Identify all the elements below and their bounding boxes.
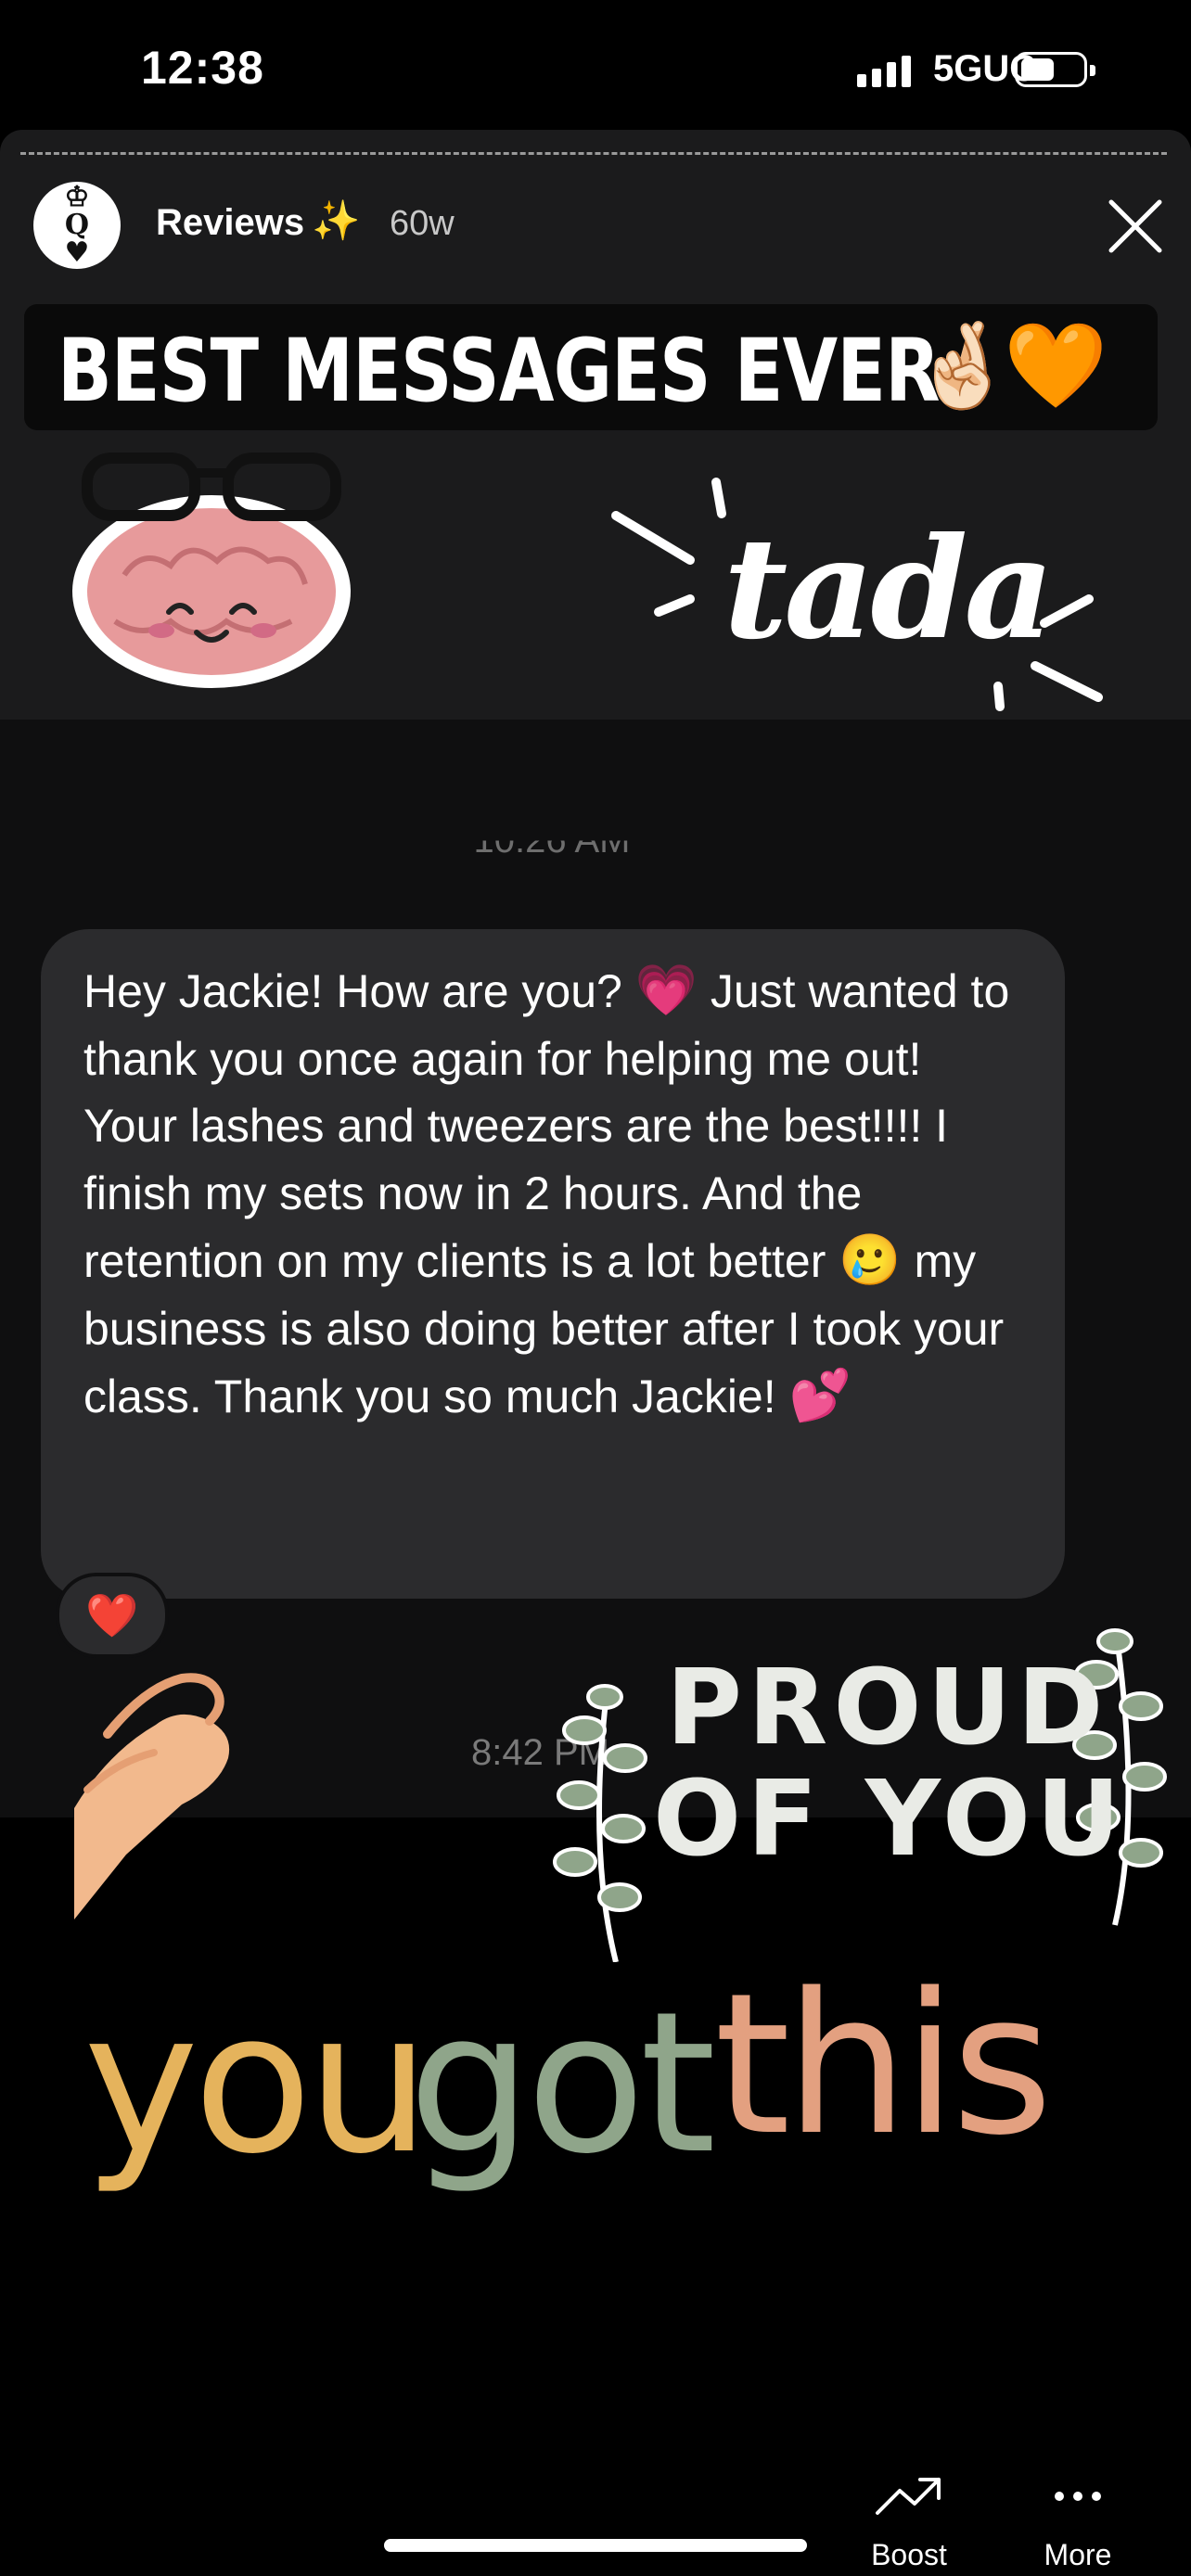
story-progress-bar (20, 152, 1167, 155)
got-this-word-2: got (408, 1970, 716, 2197)
got-this-word-1: you (83, 1970, 430, 2197)
more-dots-icon (1055, 2492, 1101, 2501)
cellular-signal-icon (857, 54, 911, 87)
queen-card-logo-icon: ♔ Q ♥ (64, 181, 90, 269)
message-bubble: Hey Jackie! How are you? 💗 Just wanted t… (41, 929, 1065, 1599)
story-age: 60w (390, 204, 455, 243)
proud-of-you-sticker: PROUD OF YOU (514, 1610, 1182, 1962)
battery-icon (1015, 52, 1095, 87)
proud-line-2: OF YOU (653, 1759, 1126, 1880)
growing-heart-emoji: 💗 (634, 963, 698, 1018)
message-text-part1: Hey Jackie! How are you? (83, 965, 635, 1017)
close-icon[interactable] (1104, 195, 1167, 258)
crossed-fingers-emoji: 🤞🏻 (911, 320, 1016, 413)
best-messages-banner: BEST MESSAGES EVER 🤞🏻 🧡 (24, 304, 1158, 430)
story-viewer[interactable]: ♔ Q ♥ Reviews ✨ 60w BEST MESSAGES EVER 🤞🏻 … (0, 130, 1191, 2576)
you-got-this-sticker: you got this (83, 1951, 1053, 2246)
more-button[interactable]: More (1031, 2476, 1124, 2572)
boost-button[interactable]: Boost (863, 2476, 955, 2572)
tada-sticker: tada (594, 464, 1113, 714)
clapping-hands-sticker (74, 1673, 230, 1919)
sparkles-emoji: ✨ (312, 198, 361, 242)
smiling-tear-emoji: 🥲 (839, 1232, 902, 1288)
two-hearts-emoji: 💕 (788, 1368, 852, 1423)
status-time: 12:38 (141, 42, 264, 94)
account-name[interactable]: Reviews (156, 202, 304, 244)
heart-reaction-badge: ❤️ (56, 1573, 169, 1658)
orange-heart-emoji: 🧡 (1004, 320, 1108, 413)
boost-label: Boost (871, 2538, 947, 2571)
brain-with-glasses-sticker (72, 453, 351, 688)
home-indicator[interactable] (384, 2539, 807, 2552)
battery-fill (1021, 58, 1054, 81)
trending-up-icon (876, 2478, 941, 2515)
got-this-word-3: this (714, 1951, 1053, 2178)
banner-title: BEST MESSAGES EVER (58, 321, 941, 422)
tada-text: tada (724, 507, 1055, 670)
proud-line-1: PROUD (666, 1648, 1109, 1768)
message-text: Hey Jackie! How are you? 💗 Just wanted t… (83, 957, 1022, 1431)
status-bar: 12:38 5GUC (0, 0, 1191, 130)
avatar[interactable]: ♔ Q ♥ (33, 182, 121, 269)
more-label: More (1044, 2538, 1112, 2571)
